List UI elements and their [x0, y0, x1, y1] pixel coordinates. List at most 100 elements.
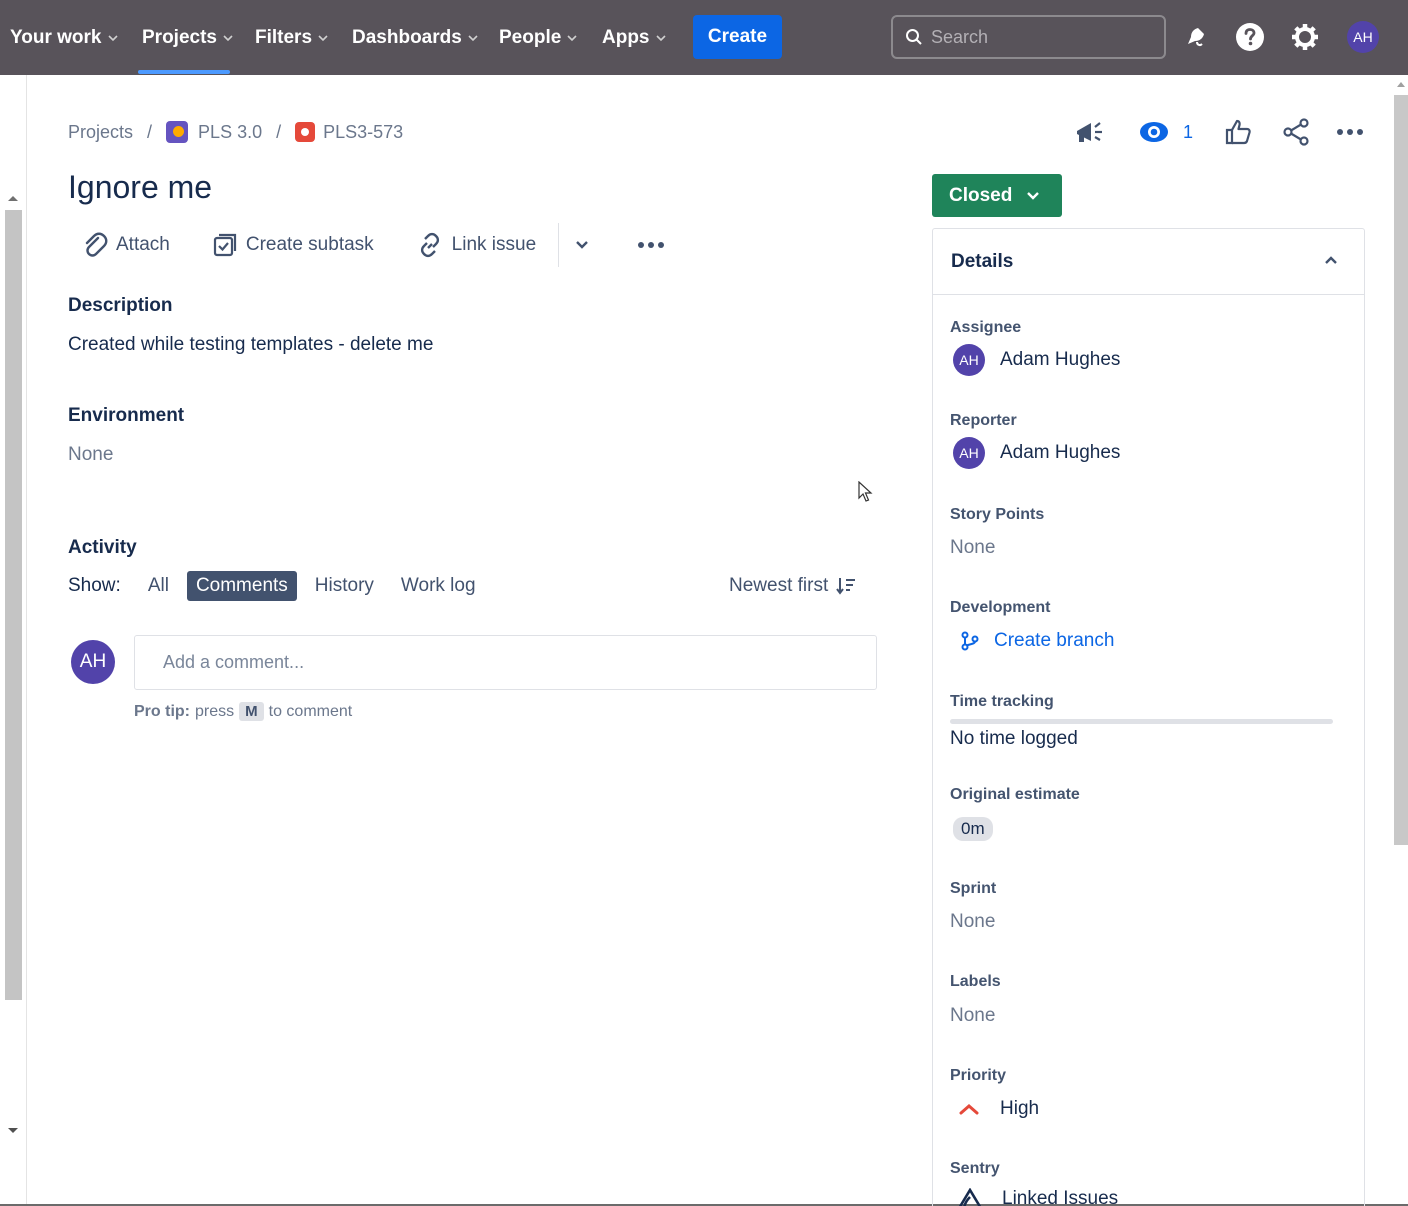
- nav-your-work[interactable]: Your work: [10, 24, 118, 52]
- nav-apps[interactable]: Apps: [602, 24, 666, 52]
- attach-button[interactable]: Attach: [68, 225, 184, 265]
- story-points-value[interactable]: None: [950, 537, 995, 559]
- breadcrumb: Projects / PLS 3.0 / PLS3-573: [68, 119, 403, 145]
- nav-projects[interactable]: Projects: [142, 24, 233, 52]
- tab-comments[interactable]: Comments: [186, 571, 297, 601]
- create-branch-link[interactable]: Create branch: [950, 630, 1114, 652]
- reporter-avatar: AH: [953, 437, 985, 469]
- link-dropdown-button[interactable]: [567, 225, 605, 265]
- assignee-name: Adam Hughes: [1000, 349, 1121, 370]
- left-scrollbar[interactable]: [5, 210, 22, 1000]
- create-subtask-button[interactable]: Create subtask: [198, 225, 388, 265]
- time-tracking-label: Time tracking: [950, 693, 1054, 710]
- issue-title[interactable]: Ignore me: [68, 169, 212, 206]
- search-icon: [906, 29, 922, 45]
- details-header[interactable]: Details: [933, 229, 1364, 295]
- sentry-logo-icon: [958, 1188, 982, 1206]
- share-icon[interactable]: [1282, 116, 1310, 148]
- breadcrumb-projects[interactable]: Projects: [68, 122, 133, 143]
- chevron-down-icon: [567, 35, 577, 42]
- subtask-icon: [213, 233, 236, 257]
- original-estimate-field[interactable]: 0m: [950, 817, 993, 841]
- chevron-up-icon[interactable]: [1324, 255, 1338, 265]
- priority-field[interactable]: High: [950, 1098, 1039, 1120]
- status-button[interactable]: Closed: [932, 174, 1062, 217]
- tab-work-log[interactable]: Work log: [392, 571, 485, 601]
- status-label: Closed: [949, 184, 1013, 206]
- nav-filters-label: Filters: [255, 27, 313, 48]
- priority-label: Priority: [950, 1067, 1007, 1084]
- comment-editor[interactable]: [134, 635, 877, 690]
- nav-dashboards[interactable]: Dashboards: [352, 24, 478, 52]
- tab-history[interactable]: History: [306, 571, 383, 601]
- comment-input[interactable]: [163, 652, 843, 673]
- scroll-up-arrow[interactable]: [8, 196, 18, 201]
- more-actions-button[interactable]: [623, 225, 687, 265]
- watch-button[interactable]: 1: [1139, 116, 1193, 148]
- reporter-field[interactable]: AH Adam Hughes: [950, 437, 1120, 469]
- sprint-value[interactable]: None: [950, 911, 995, 933]
- search-input[interactable]: [931, 26, 1141, 48]
- notifications-icon[interactable]: [1180, 21, 1212, 53]
- chevron-down-icon: [318, 35, 328, 42]
- labels-label: Labels: [950, 973, 1001, 990]
- original-estimate-value: 0m: [953, 817, 993, 841]
- scroll-up-arrow[interactable]: [1397, 82, 1405, 87]
- breadcrumb-separator: /: [276, 121, 282, 142]
- breadcrumb-issue-key[interactable]: PLS3-573: [323, 122, 403, 143]
- assignee-label: Assignee: [950, 319, 1022, 336]
- sprint-label: Sprint: [950, 880, 997, 897]
- shortcut-key: M: [239, 702, 264, 721]
- paperclip-icon: [85, 232, 108, 257]
- link-issue-button[interactable]: Link issue: [402, 225, 551, 265]
- link-issue-label: Link issue: [451, 234, 537, 255]
- search-box[interactable]: [891, 15, 1166, 59]
- labels-value[interactable]: None: [950, 1005, 995, 1027]
- watch-icon: [1140, 122, 1168, 142]
- time-tracking-value[interactable]: No time logged: [950, 728, 1078, 750]
- more-icon: [638, 242, 665, 248]
- time-tracking-bar[interactable]: [950, 719, 1333, 724]
- settings-icon[interactable]: [1289, 21, 1321, 53]
- create-subtask-label: Create subtask: [245, 234, 374, 255]
- chevron-down-icon: [1027, 191, 1040, 200]
- chevron-down-icon: [223, 35, 233, 42]
- nav-your-work-label: Your work: [10, 27, 102, 48]
- pro-tip: Pro tip: press M to comment: [134, 702, 352, 721]
- chevron-down-icon: [107, 35, 118, 42]
- create-button[interactable]: Create: [693, 15, 782, 59]
- user-avatar[interactable]: AH: [1347, 21, 1379, 53]
- top-navigation: Your work Projects Filters Dashboards Pe…: [0, 0, 1408, 75]
- priority-value: High: [1000, 1098, 1040, 1119]
- development-label: Development: [950, 599, 1051, 616]
- environment-value[interactable]: None: [68, 444, 113, 466]
- tab-all[interactable]: All: [139, 571, 178, 601]
- sort-descending-icon: [836, 578, 856, 595]
- chevron-down-icon: [468, 35, 478, 42]
- description-text[interactable]: Created while testing templates - delete…: [68, 334, 433, 356]
- bug-icon: [295, 122, 316, 142]
- chevron-down-icon: [576, 241, 589, 249]
- sentry-label: Sentry: [950, 1160, 1000, 1177]
- breadcrumb-project[interactable]: PLS 3.0: [198, 122, 262, 143]
- branch-icon: [961, 631, 979, 651]
- nav-people[interactable]: People: [499, 24, 577, 52]
- issue-toolbar: Attach Create subtask Link issue: [68, 223, 687, 267]
- sentry-value: Linked Issues: [1002, 1188, 1119, 1206]
- feedback-icon[interactable]: [1074, 116, 1104, 148]
- page-scrollbar[interactable]: [1394, 95, 1408, 845]
- sort-order-button[interactable]: Newest first: [729, 570, 856, 602]
- pro-tip-label: Pro tip:: [134, 702, 190, 720]
- nav-filters[interactable]: Filters: [255, 24, 328, 52]
- attach-label: Attach: [116, 234, 170, 255]
- scroll-down-arrow[interactable]: [8, 1128, 18, 1133]
- assignee-field[interactable]: AH Adam Hughes: [950, 344, 1120, 376]
- more-icon[interactable]: [1336, 116, 1364, 148]
- activity-filter-bar: Show: All Comments History Work log Newe…: [68, 570, 868, 602]
- sentry-field[interactable]: Linked Issues: [950, 1188, 1118, 1206]
- like-icon[interactable]: [1224, 116, 1252, 148]
- mouse-cursor-icon: [858, 481, 873, 502]
- details-heading: Details: [951, 250, 1014, 272]
- help-icon[interactable]: [1234, 21, 1266, 53]
- toolbar-divider: [558, 223, 560, 267]
